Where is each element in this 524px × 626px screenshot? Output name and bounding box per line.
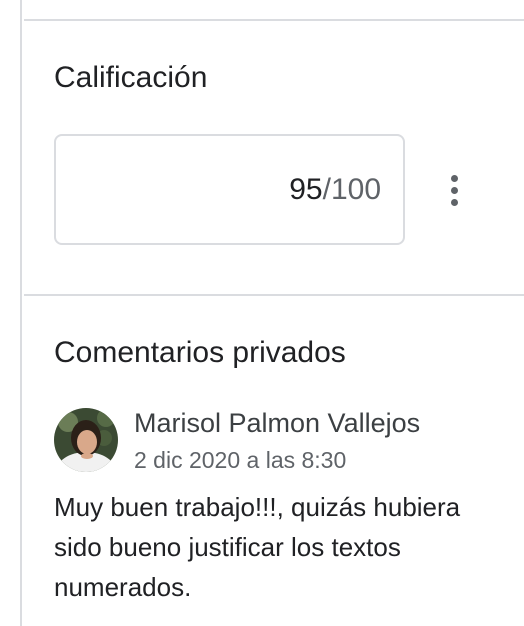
grade-value: 95 (289, 172, 323, 206)
more-vert-icon-dot (450, 198, 458, 206)
comment-text: Muy buen trabajo!!!, quizás hubiera sido… (54, 492, 461, 602)
comment-date: 2 dic 2020 a las 8:30 (134, 447, 347, 473)
section-divider (24, 294, 524, 296)
top-divider (24, 19, 524, 21)
avatar (54, 408, 118, 472)
comment-author: Marisol Palmon Vallejos (134, 408, 421, 438)
more-options-button[interactable] (432, 166, 476, 214)
user-avatar-icon (54, 408, 118, 472)
panel-left-border (0, 0, 22, 626)
grade-section-title: Calificación (54, 61, 208, 94)
grade-input[interactable]: 95/100 (54, 134, 405, 245)
more-vert-icon-dot (450, 186, 458, 194)
grade-total: /100 (322, 172, 381, 206)
more-vert-icon (450, 174, 458, 182)
grading-panel: Calificación 95/100 Comentarios privados… (0, 0, 524, 626)
private-comments-title: Comentarios privados (54, 336, 346, 369)
